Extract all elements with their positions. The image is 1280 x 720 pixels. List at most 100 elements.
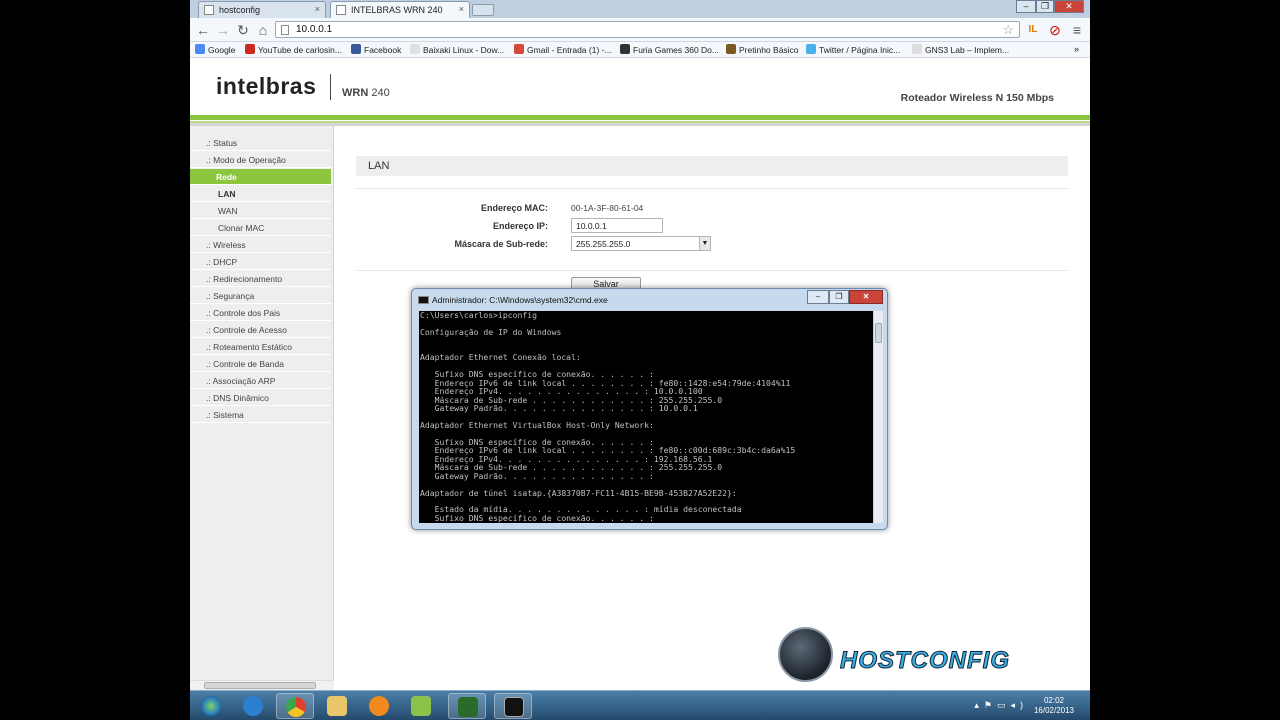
sidebar-item-controle-pais[interactable]: .: Controle dos Pais: [190, 305, 331, 321]
more-bookmarks-icon[interactable]: »: [1074, 44, 1079, 54]
menu-icon[interactable]: ≡: [1068, 21, 1086, 39]
cmd-output: C:\Users\carlos>ipconfig Configuração de…: [420, 311, 796, 523]
maximize-icon[interactable]: ❐: [829, 290, 849, 304]
cmd-window[interactable]: Administrador: C:\Windows\system32\cmd.e…: [411, 288, 888, 530]
bookmark-label: Google: [208, 45, 236, 55]
address-bar[interactable]: 10.0.0.1 ☆: [275, 21, 1020, 38]
tab-hostconfig[interactable]: hostconfig ×: [198, 1, 326, 18]
windows-orb-icon: [201, 696, 221, 716]
sidebar-item-lan[interactable]: LAN: [190, 186, 331, 202]
forward-arrow-icon[interactable]: →: [214, 21, 232, 39]
divider: [356, 188, 1068, 189]
tab-label: hostconfig: [219, 5, 261, 15]
bookmark-furia-games[interactable]: Furia Games 360 Do...: [620, 44, 719, 55]
bookmark-youtube[interactable]: YouTube de carlosin...: [245, 44, 342, 55]
media-player-icon: [369, 696, 389, 716]
scroll-thumb[interactable]: [204, 682, 316, 689]
taskbar-explorer[interactable]: [318, 693, 356, 719]
tab-intelbras[interactable]: INTELBRAS WRN 240 ×: [330, 1, 470, 18]
sidebar-item-modo-operacao[interactable]: .: Modo de Operação: [190, 152, 331, 168]
page-icon: [281, 25, 289, 35]
subnet-mask-select[interactable]: 255.255.255.0 ▼: [571, 236, 711, 251]
close-tab-icon[interactable]: ×: [315, 4, 320, 14]
taskbar-chrome[interactable]: [276, 693, 314, 719]
extension-icon[interactable]: IL: [1024, 21, 1042, 39]
sidebar-item-dns-dinamico[interactable]: .: DNS Dinâmico: [190, 390, 331, 406]
bookmark-icon: [726, 44, 736, 54]
close-window-icon[interactable]: ✕: [849, 290, 883, 304]
sidebar-item-associacao-arp[interactable]: .: Associação ARP: [190, 373, 331, 389]
cmd-scroll-thumb[interactable]: [875, 323, 882, 343]
back-arrow-icon[interactable]: ←: [194, 21, 212, 39]
adblock-icon[interactable]: ⊘: [1046, 21, 1064, 39]
sidebar-item-controle-banda[interactable]: .: Controle de Banda: [190, 356, 331, 372]
taskbar-app-dark[interactable]: [448, 693, 486, 719]
start-button[interactable]: [192, 693, 230, 719]
sidebar-item-rede[interactable]: Rede: [190, 169, 331, 185]
system-tray-icons[interactable]: ▴⚑▭◂): [974, 700, 1028, 711]
sidebar-item-controle-acesso[interactable]: .: Controle de Acesso: [190, 322, 331, 338]
sidebar-item-redirecionamento[interactable]: .: Redirecionamento: [190, 271, 331, 287]
bookmark-pretinho[interactable]: Pretinho Básico: [726, 44, 799, 55]
chevron-down-icon[interactable]: ▼: [699, 237, 710, 250]
sidebar-item-clonar-mac[interactable]: Clonar MAC: [190, 220, 331, 236]
section-header: LAN: [356, 156, 1068, 176]
header-accent-bar: [190, 115, 1090, 120]
reload-icon[interactable]: ↻: [234, 21, 252, 39]
hostconfig-watermark: HOSTCONFIG: [778, 627, 1078, 687]
subnet-mask-value: 255.255.255.0: [576, 239, 631, 249]
product-description: Roteador Wireless N 150 Mbps: [900, 92, 1054, 104]
close-tab-icon[interactable]: ×: [459, 4, 464, 14]
ip-address-input[interactable]: 10.0.0.1: [571, 218, 663, 233]
bookmark-baixaki[interactable]: Baixaki Linux - Dow...: [410, 44, 504, 55]
sidebar-item-status[interactable]: .: Status: [190, 135, 331, 151]
folder-icon: [327, 696, 347, 716]
bookmark-facebook[interactable]: Facebook: [351, 44, 401, 55]
bookmark-label: Baixaki Linux - Dow...: [423, 45, 505, 55]
windows-taskbar: ▴⚑▭◂) 02:02 16/02/2013: [190, 690, 1090, 720]
bookmark-icon: [912, 44, 922, 54]
bookmark-google[interactable]: Google: [195, 44, 235, 55]
page-icon: [336, 5, 346, 15]
home-icon[interactable]: ⌂: [254, 21, 272, 39]
cmd-scrollbar[interactable]: [873, 311, 883, 523]
browser-tabstrip: hostconfig × INTELBRAS WRN 240 × – ❐ ✕: [190, 0, 1090, 18]
sidebar-item-roteamento-estatico[interactable]: .: Roteamento Estático: [190, 339, 331, 355]
cmd-console[interactable]: C:\Users\carlos>ipconfig Configuração de…: [419, 311, 873, 523]
sidebar-item-wireless[interactable]: .: Wireless: [190, 237, 331, 253]
watermark-text: HOSTCONFIG: [840, 647, 1010, 675]
internet-explorer-icon: [243, 696, 263, 716]
minimize-icon[interactable]: –: [807, 290, 829, 304]
bookmark-icon: [620, 44, 630, 54]
ip-label: Endereço IP:: [492, 221, 548, 231]
subnet-mask-label: Máscara de Sub-rede:: [454, 239, 548, 249]
mac-value: 00-1A-3F-80-61-04: [571, 203, 644, 213]
bookmark-label: YouTube de carlosin...: [258, 45, 342, 55]
taskbar-media-player[interactable]: [360, 693, 398, 719]
bookmark-gmail[interactable]: Gmail - Entrada (1) -...: [514, 44, 612, 55]
taskbar-app-green[interactable]: [402, 693, 440, 719]
bookmark-gns3[interactable]: GNS3 Lab – Implem...: [912, 44, 1009, 55]
app-icon: [458, 697, 478, 717]
star-icon[interactable]: ☆: [1002, 22, 1014, 38]
sidebar-item-wan[interactable]: WAN: [190, 203, 331, 219]
sidebar-item-seguranca[interactable]: .: Segurança: [190, 288, 331, 304]
maximize-icon[interactable]: ❐: [1036, 0, 1054, 13]
clock-time: 02:02: [1043, 696, 1064, 705]
browser-toolbar: ← → ↻ ⌂ 10.0.0.1 ☆ IL ⊘ ≡: [190, 18, 1090, 42]
sidebar-item-dhcp[interactable]: .: DHCP: [190, 254, 331, 270]
horizontal-scrollbar[interactable]: [190, 680, 334, 690]
bookmark-icon: [410, 44, 420, 54]
taskbar-cmd[interactable]: [494, 693, 532, 719]
minimize-icon[interactable]: –: [1016, 0, 1036, 13]
ip-address-value: 10.0.0.1: [576, 221, 607, 231]
taskbar-clock[interactable]: 02:02 16/02/2013: [1034, 696, 1074, 716]
new-tab-button[interactable]: [472, 4, 494, 16]
router-header: intelbras WRN 240 Roteador Wireless N 15…: [190, 58, 1090, 115]
sidebar-item-sistema[interactable]: .: Sistema: [190, 407, 331, 423]
taskbar-ie[interactable]: [234, 693, 272, 719]
model-name: WRN: [342, 87, 369, 99]
bookmark-twitter[interactable]: Twitter / Página Inic...: [806, 44, 900, 55]
model-number: 240: [371, 87, 390, 99]
close-window-icon[interactable]: ✕: [1054, 0, 1084, 13]
